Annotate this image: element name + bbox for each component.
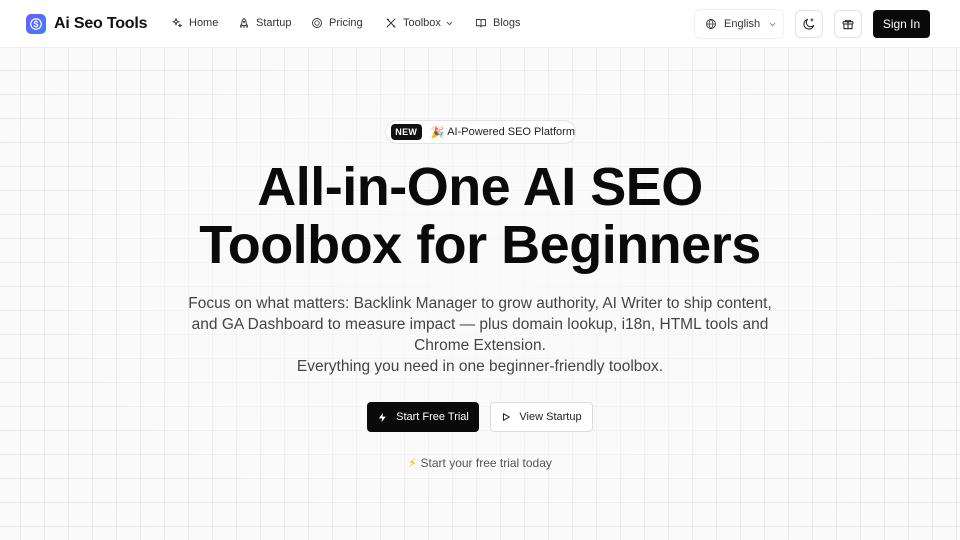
- start-free-trial-button[interactable]: Start Free Trial: [367, 402, 479, 432]
- view-startup-button[interactable]: View Startup: [490, 402, 593, 432]
- sparkles-icon: [172, 18, 182, 28]
- sign-in-button[interactable]: Sign In: [873, 10, 930, 38]
- language-select[interactable]: English: [694, 9, 784, 39]
- nav-item-home[interactable]: Home: [171, 15, 218, 31]
- nav-item-startup-label: Startup: [256, 17, 292, 29]
- lightning-icon: ⚡: [408, 456, 417, 470]
- nav-item-blogs-label: Blogs: [493, 17, 521, 29]
- free-trial-note: ⚡ Start your free trial today: [0, 456, 960, 470]
- hero-headline: All-in-One AI SEO Toolbox for Beginners: [0, 158, 960, 274]
- coin-icon: [312, 18, 322, 28]
- top-navbar: Ai Seo Tools Home Startup Pricing Toolbo…: [0, 0, 960, 48]
- hero-description-line: Focus on what matters: Backlink Manager …: [188, 295, 772, 312]
- start-free-trial-label: Start Free Trial: [396, 411, 469, 423]
- gift-button[interactable]: [834, 10, 862, 38]
- brand-home-link[interactable]: Ai Seo Tools: [26, 12, 148, 36]
- chevron-down-icon: [769, 22, 776, 26]
- chevron-down-icon: [446, 21, 453, 25]
- nav-item-pricing-label: Pricing: [329, 17, 363, 29]
- badge-text: AI-Powered SEO Platform: [447, 126, 575, 138]
- moon-sparkle-icon: [803, 18, 815, 30]
- play-icon: [503, 413, 511, 421]
- nav-item-home-label: Home: [189, 17, 219, 29]
- dollar-badge-icon: [26, 14, 46, 34]
- nav-item-toolbox-label: Toolbox: [403, 17, 441, 29]
- hero-description-line: Chrome Extension.: [414, 337, 546, 354]
- book-icon: [476, 19, 486, 28]
- hero-description-line: and GA Dashboard to measure impact — plu…: [191, 316, 769, 333]
- nav-item-blogs[interactable]: Blogs: [475, 15, 521, 31]
- view-startup-label: View Startup: [519, 411, 582, 423]
- hero-description-line: Everything you need in one beginner-frie…: [296, 358, 664, 375]
- language-label: English: [724, 18, 761, 30]
- bolt-icon: [378, 412, 386, 422]
- announcement-badge: NEW 🎉 AI-Powered SEO Platform: [385, 120, 576, 144]
- theme-toggle-button[interactable]: [795, 10, 823, 38]
- nav-item-startup[interactable]: Startup: [238, 15, 291, 31]
- new-tag: NEW: [391, 124, 422, 140]
- nav-item-pricing[interactable]: Pricing: [311, 15, 363, 31]
- gift-icon: [842, 19, 854, 30]
- rocket-icon: [240, 18, 248, 28]
- brand-name: Ai Seo Tools: [54, 15, 148, 32]
- nav-item-toolbox[interactable]: Toolbox: [385, 15, 454, 31]
- tools-icon: [386, 18, 396, 28]
- globe-icon: [706, 18, 716, 30]
- party-popper-icon: 🎉: [430, 126, 445, 139]
- hero-description: Focus on what matters: Backlink Manager …: [160, 293, 800, 377]
- hero-headline-line: All-in-One AI SEO: [257, 157, 703, 217]
- free-trial-note-text: Start your free trial today: [420, 456, 552, 470]
- hero-headline-line: Toolbox for Beginners: [199, 215, 761, 275]
